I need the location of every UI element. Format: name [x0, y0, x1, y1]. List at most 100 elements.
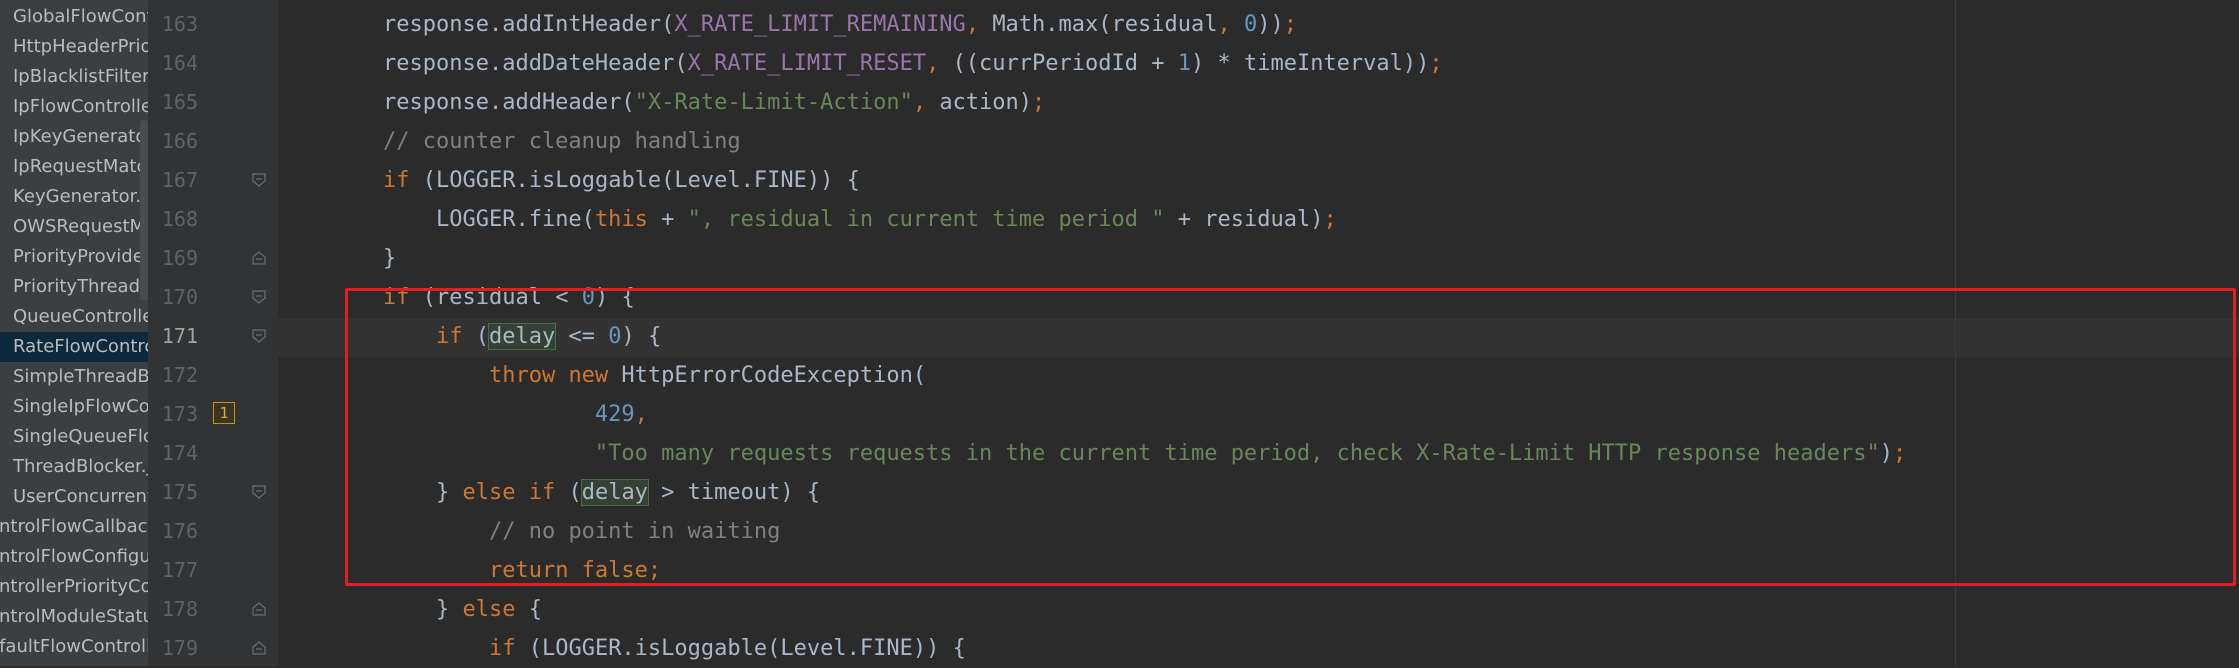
- code-text: response.addDateHeader(: [383, 51, 688, 76]
- code-line[interactable]: response.addDateHeader(X_RATE_LIMIT_RESE…: [383, 44, 1443, 83]
- line-number: 177: [161, 558, 198, 582]
- annotation-highlight-box: [345, 288, 2236, 586]
- fold-end-icon[interactable]: [252, 602, 266, 616]
- sidebar-file-item[interactable]: ontrolFlowConfigurator: [0, 542, 148, 572]
- line-number: 178: [161, 597, 198, 621]
- fold-collapse-icon[interactable]: [252, 485, 266, 499]
- code-text: ((currPeriodId +: [952, 51, 1178, 76]
- code-punctuation: ,: [912, 90, 940, 115]
- code-text: +: [647, 207, 688, 232]
- sidebar-file-item[interactable]: IpFlowController.java: [0, 92, 148, 122]
- code-line[interactable]: // counter cleanup handling: [383, 122, 741, 161]
- code-string: "X-Rate-Limit-Action": [634, 90, 913, 115]
- fold-collapse-icon[interactable]: [252, 329, 266, 343]
- code-punctuation: ;: [1429, 51, 1443, 76]
- code-punctuation: ;: [1283, 12, 1298, 37]
- line-number: 165: [161, 90, 198, 114]
- line-number: 174: [161, 441, 198, 465]
- sidebar-file-item[interactable]: PriorityThreadBlocker.java: [0, 272, 148, 302]
- code-line[interactable]: response.addIntHeader(X_RATE_LIMIT_REMAI…: [383, 5, 1297, 44]
- sidebar-file-label: ontrollerPriorityComparator: [0, 576, 148, 597]
- code-text: Math.: [992, 12, 1059, 37]
- code-text: response.addHeader(: [383, 90, 635, 115]
- sidebar-file-label: PriorityProvider.java: [13, 246, 148, 267]
- sidebar-file-item[interactable]: efaultFlowController: [0, 632, 148, 662]
- sidebar-file-label: efaultFlowController: [0, 636, 148, 657]
- code-text: LOGGER: [383, 207, 516, 232]
- code-text: + residual): [1164, 207, 1324, 232]
- sidebar-file-item[interactable]: ontrolModuleStatus: [0, 602, 148, 632]
- code-line[interactable]: response.addHeader("X-Rate-Limit-Action"…: [383, 83, 1045, 122]
- code-keyword: else: [462, 597, 529, 622]
- sidebar-file-label: ontrolModuleStatus: [0, 606, 148, 627]
- code-punctuation: ,: [926, 51, 953, 76]
- sidebar-scrollbar[interactable]: [140, 120, 148, 300]
- code-line[interactable]: LOGGER.fine(this + ", residual in curren…: [383, 200, 1337, 239]
- line-number: 170: [161, 285, 198, 309]
- sidebar-file-label: IpBlacklistFilter.java: [13, 66, 148, 87]
- code-punctuation: ,: [1217, 12, 1245, 37]
- code-text: FINE: [859, 636, 913, 661]
- sidebar-file-item[interactable]: OWSRequestMatcher.java: [0, 212, 148, 242]
- code-text: )) {: [806, 168, 860, 193]
- line-number: 168: [161, 207, 198, 231]
- code-text: }: [383, 246, 397, 271]
- line-number: 163: [161, 12, 198, 36]
- sidebar-file-item[interactable]: QueueController.java: [0, 302, 148, 332]
- code-text: response.addIntHeader(: [383, 12, 675, 37]
- sidebar-file-item[interactable]: IpKeyGenerator.java: [0, 122, 148, 152]
- code-text: {: [528, 597, 542, 622]
- sidebar-file-item[interactable]: ThreadBlocker.java: [0, 452, 148, 482]
- sidebar-file-label: QueueController.java: [13, 306, 148, 327]
- code-text: .isLoggable(Level.: [515, 168, 754, 193]
- sidebar-file-label: ThreadBlocker.java: [13, 456, 148, 477]
- sidebar-file-item[interactable]: IpRequestMatcher.java: [0, 152, 148, 182]
- sidebar-file-label: UserConcurrentFlowController.java: [13, 486, 148, 507]
- sidebar-file-label: IpRequestMatcher.java: [13, 156, 148, 177]
- code-line[interactable]: }: [383, 239, 396, 278]
- line-number: 179: [161, 636, 198, 660]
- sidebar-file-label: IpFlowController.java: [13, 96, 148, 117]
- fold-collapse-icon[interactable]: [252, 173, 266, 187]
- sidebar-file-item[interactable]: ontrolFlowCallback: [0, 512, 148, 542]
- sidebar-file-label: PriorityThreadBlocker.java: [13, 276, 148, 297]
- code-text: action): [939, 90, 1033, 115]
- sidebar-file-label: RateFlowController.java: [13, 336, 148, 357]
- code-line[interactable]: } else {: [383, 590, 542, 629]
- sidebar-file-label: KeyGenerator.java: [13, 186, 148, 207]
- code-text: )): [1257, 12, 1284, 37]
- code-text: (LOGGER.isLoggable(Level.: [528, 636, 860, 661]
- sidebar-file-label: OWSRequestMatcher.java: [13, 216, 148, 237]
- sidebar-file-item[interactable]: KeyGenerator.java: [0, 182, 148, 212]
- warning-badge[interactable]: 1: [213, 402, 235, 424]
- code-text: (: [422, 168, 436, 193]
- code-punctuation: ;: [1323, 207, 1337, 232]
- fold-end-icon[interactable]: [252, 641, 266, 655]
- code-text: LOGGER: [436, 168, 516, 193]
- sidebar-file-item[interactable]: IpBlacklistFilter.java: [0, 62, 148, 92]
- sidebar-file-item[interactable]: PriorityProvider.java: [0, 242, 148, 272]
- code-constant: X_RATE_LIMIT_REMAINING: [674, 12, 966, 37]
- fold-collapse-icon[interactable]: [252, 290, 266, 304]
- sidebar-file-item[interactable]: UserConcurrentFlowController.java: [0, 482, 148, 512]
- sidebar-file-item[interactable]: RateFlowController.java: [0, 332, 148, 362]
- code-number: 1: [1177, 51, 1191, 76]
- code-line[interactable]: if (LOGGER.isLoggable(Level.FINE)) {: [383, 161, 860, 200]
- sidebar-file-item[interactable]: SingleIpFlowController.java: [0, 392, 148, 422]
- code-punctuation: ,: [965, 12, 993, 37]
- sidebar-file-item[interactable]: SimpleThreadBlocker.java: [0, 362, 148, 392]
- line-number: 172: [161, 363, 198, 387]
- fold-end-icon[interactable]: [252, 251, 266, 265]
- sidebar-file-label: HttpHeaderPriorityProvider.java: [13, 36, 148, 57]
- code-line[interactable]: if (LOGGER.isLoggable(Level.FINE)) {: [383, 629, 966, 668]
- sidebar-file-item[interactable]: ontrollerPriorityComparator: [0, 572, 148, 602]
- code-text: .fine(: [515, 207, 595, 232]
- line-number: 175: [161, 480, 198, 504]
- sidebar-file-item[interactable]: HttpHeaderPriorityProvider.java: [0, 32, 148, 62]
- code-text: FINE: [753, 168, 807, 193]
- sidebar-file-item[interactable]: GlobalFlowController.java: [0, 2, 148, 32]
- line-number: 169: [161, 246, 198, 270]
- code-string: ", residual in current time period ": [687, 207, 1165, 232]
- sidebar-file-item[interactable]: SingleQueueFlowController.java: [0, 422, 148, 452]
